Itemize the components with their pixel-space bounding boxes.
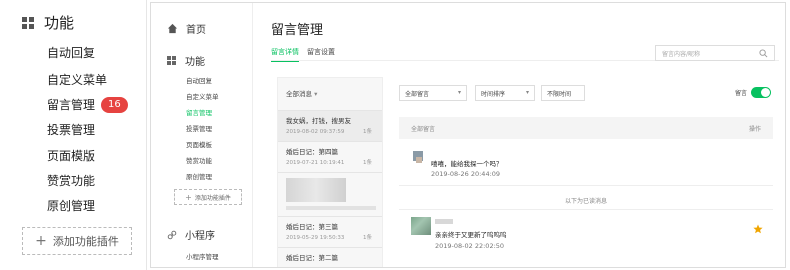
sidebar-sub-miniprogram-mgmt[interactable]: 小程序管理 [186,251,219,261]
sidebar-sub-auto-reply[interactable]: 自动回复 [186,75,212,85]
add-plugin-label: 添加功能插件 [194,194,231,202]
left-menu-item-vote-mgmt[interactable]: 投票管理 [47,121,95,138]
divider [278,172,382,173]
left-menu-item-message-mgmt[interactable]: 留言管理 16 [47,96,128,113]
plus-icon: + [35,233,47,249]
comment-filter-dropdown[interactable]: 全部留言 ▾ [399,85,467,101]
sidebar-sub-page-template[interactable]: 页面模板 [186,139,212,149]
sidebar-item-miniprogram[interactable]: 小程序 [167,227,215,242]
left-menu-item-original-mgmt[interactable]: 原创管理 [47,197,95,214]
sidebar-item-label: 小程序 [185,231,215,242]
list-item-title: 我女娲，打钱，搜男友 [286,117,351,125]
comment-text: 嘻嘻，能给我探一个吗？ [431,160,503,168]
toggle-switch[interactable] [751,87,771,98]
table-header: 全部留言 操作 [399,117,773,139]
chevron-down-icon: ▾ [457,89,461,96]
list-item[interactable]: 我女娲，打钱，搜男友 2019-08-02 09:37:59 1条 [278,111,382,141]
sort-dropdown[interactable]: 时间排序 ▾ [475,85,535,101]
list-item-title: 婚后日记：第二篇 [286,254,338,262]
divider [146,0,147,270]
grid-icon [167,56,176,65]
search-input[interactable]: 留言内容/昵称 [655,45,775,61]
sidebar-sub-original-mgmt[interactable]: 原创管理 [186,171,212,181]
sidebar-sub-vote-mgmt[interactable]: 投票管理 [186,123,212,133]
blurred-nickname [435,219,453,224]
left-menu-item-label: 自定义菜单 [47,73,108,87]
sidebar-item-function[interactable]: 功能 [167,53,205,68]
unread-badge: 16 [101,96,128,113]
time-range-dropdown[interactable]: 不限时间 [541,85,585,101]
sidebar-sub-appreciation[interactable]: 赞赏功能 [186,155,212,165]
left-menu-item-custom-menu[interactable]: 自定义菜单 [47,71,107,88]
left-menu-item-label: 投票管理 [47,123,96,137]
avatar [411,217,431,235]
list-item-title: 婚后日记：第四篇 [286,148,338,156]
list-item-count: 1条 [363,235,372,241]
list-item[interactable]: 婚后日记：第四篇 2019-07-21 10:19:41 1条 [278,142,382,172]
divider [399,209,773,210]
comment-toggle[interactable]: 留言 [735,87,771,98]
dropdown-label: 时间排序 [481,90,506,98]
left-menu: 功能 自动回复 自定义菜单 留言管理 16 投票管理 页面模版 赞赏功能 原创管理… [0,0,140,270]
header-all-comments: 全部留言 [411,126,436,133]
message-detail-panel: 全部留言 ▾ 时间排序 ▾ 不限时间 留言 全部留言 操作 嘻嘻，能给我探一个吗？ … [393,77,779,267]
add-plugin-label: 添加功能插件 [52,235,119,248]
list-item-count: 1条 [363,160,372,166]
sidebar-sub-custom-menu[interactable]: 自定义菜单 [186,91,219,101]
list-filter-label: 全部消息 [286,90,312,98]
left-menu-item-label: 赞赏功能 [47,174,96,188]
blurred-thumbnail [286,178,346,202]
header-actions: 操作 [748,126,761,133]
left-menu-item-auto-reply[interactable]: 自动回复 [47,44,95,61]
left-menu-item-label: 页面模版 [47,149,96,163]
left-menu-item-label: 原创管理 [47,199,96,213]
avatar [413,151,423,163]
grid-icon [22,16,34,29]
blurred-text [286,206,376,210]
list-item[interactable]: 婚后日记：第二篇 [278,248,382,267]
search-placeholder: 留言内容/昵称 [662,50,701,58]
plus-icon: + [185,192,192,202]
left-menu-item-page-template[interactable]: 页面模版 [47,147,95,164]
miniprogram-icon [167,230,177,239]
sidebar-nav: 首页 功能 自动回复 自定义菜单 留言管理 投票管理 页面模板 赞赏功能 原创管… [151,3,253,267]
toggle-label: 留言 [734,90,747,97]
left-menu-item-label: 留言管理 [47,98,96,112]
comment-text: 亲亲终于又更新了呜呜呜 [435,231,507,239]
article-list: 全部消息 ▾ 我女娲，打钱，搜男友 2019-08-02 09:37:59 1条… [277,77,383,267]
admin-window: 首页 功能 自动回复 自定义菜单 留言管理 投票管理 页面模板 赞赏功能 原创管… [150,2,786,268]
sidebar-add-plugin-button[interactable]: + 添加功能插件 [174,189,242,205]
comment-time: 2019-08-26 20:44:09 [431,170,501,178]
chevron-down-icon: ▾ [525,89,529,96]
sidebar-item-home[interactable]: 首页 [167,21,206,36]
left-menu-title: 功能 [44,14,75,32]
search-icon[interactable] [759,49,768,58]
left-menu-header: 功能 [22,12,74,33]
list-item-count: 1条 [363,129,372,135]
star-icon[interactable] [753,224,763,234]
list-filter-dropdown[interactable]: 全部消息 ▾ [286,88,317,98]
page-title: 留言管理 [271,23,324,38]
list-item-title: 婚后日记：第三篇 [286,223,338,231]
list-item[interactable]: 婚后日记：第三篇 2019-05-29 19:50:33 1条 [278,217,382,247]
read-messages-note: 以下为已读消息 [564,198,607,205]
chevron-down-icon: ▾ [314,90,318,98]
left-menu-item-appreciation[interactable]: 赞赏功能 [47,172,95,189]
left-menu-item-label: 自动回复 [47,46,96,60]
sidebar-item-label: 首页 [186,25,206,36]
home-icon [167,23,178,34]
divider [399,185,773,186]
sidebar-item-label: 功能 [185,57,205,68]
comment-time: 2019-08-02 22:02:50 [435,242,505,250]
add-plugin-button[interactable]: + 添加功能插件 [22,227,132,255]
dropdown-label: 全部留言 [405,90,430,98]
dropdown-label: 不限时间 [547,90,572,98]
sidebar-sub-message-mgmt[interactable]: 留言管理 [186,107,212,117]
